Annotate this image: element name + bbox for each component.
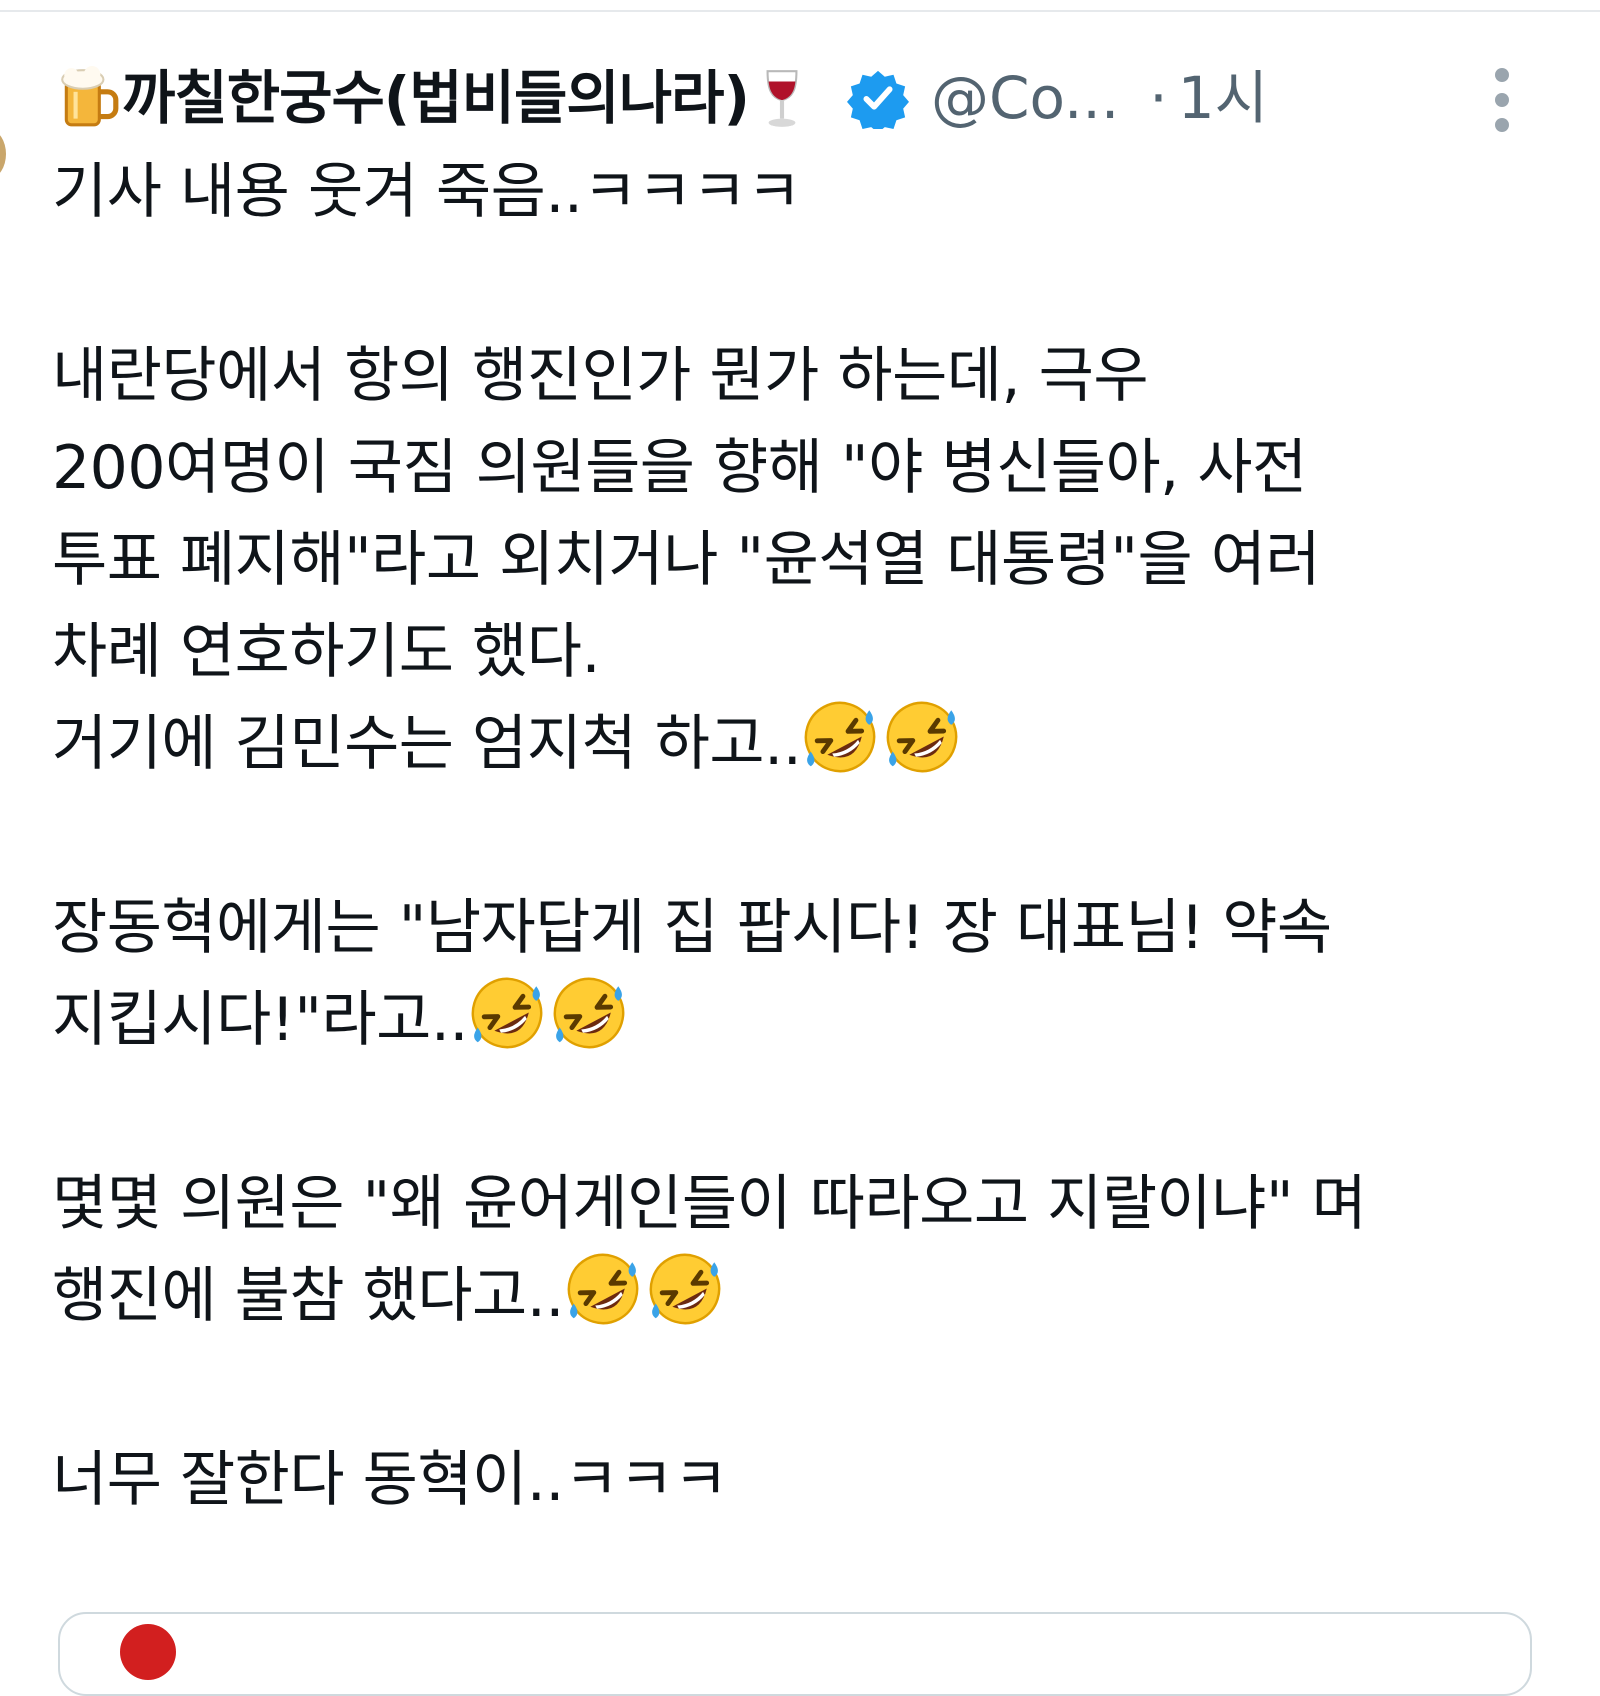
tweet-line: 장동혁에게는 "남자답게 집 팝시다! 장 대표님! 약속	[52, 893, 1332, 963]
more-dot	[1495, 68, 1509, 82]
rolling-on-floor-laughing-icon	[801, 698, 879, 776]
separator-dot: ·	[1149, 64, 1168, 132]
more-dot	[1495, 118, 1509, 132]
rolling-on-floor-laughing-icon	[646, 1250, 724, 1328]
tweet-line-text: 거기에 김민수는 엄지척 하고..	[52, 709, 802, 779]
quoted-avatar	[120, 1624, 176, 1680]
timestamp[interactable]: 1시	[1178, 69, 1268, 127]
tweet-line-text: 행진에 불참 했다고..	[52, 1261, 564, 1331]
tweet-line-text: 지킵시다!"라고..	[52, 985, 469, 1055]
avatar[interactable]	[0, 130, 6, 178]
tweet-line: 너무 잘한다 동혁이..ㅋㅋㅋ	[52, 1445, 729, 1515]
verified-badge-icon	[846, 67, 909, 129]
tweet-text: 기사 내용 웃겨 죽음..ㅋㅋㅋㅋ 내란당에서 항의 행진인가 뭔가 하는데, …	[52, 146, 1552, 1526]
tweet-line: 투표 폐지해"라고 외치거나 "윤석열 대통령"을 여러	[52, 525, 1321, 595]
display-name[interactable]: 까칠한궁수(법비들의나라)	[122, 69, 750, 127]
more-vertical-icon[interactable]	[1480, 68, 1524, 132]
tweet-line: 기사 내용 웃겨 죽음..ㅋㅋㅋㅋ	[52, 157, 802, 227]
tweet-line-with-emoji: 행진에 불참 했다고..	[52, 1250, 1552, 1342]
tweet-line: 차례 연호하기도 했다.	[52, 617, 601, 687]
rolling-on-floor-laughing-icon	[468, 974, 546, 1052]
wine-glass-icon	[749, 65, 815, 131]
more-dot	[1495, 93, 1509, 107]
tweet-line-with-emoji: 지킵시다!"라고..	[52, 974, 1552, 1066]
quoted-tweet-card[interactable]	[58, 1612, 1532, 1696]
tweet-line-with-emoji: 거기에 김민수는 엄지척 하고..	[52, 698, 1552, 790]
tweet-line: 200여명이 국짐 의원들을 향해 "야 병신들아, 사전	[52, 433, 1307, 503]
top-divider	[0, 10, 1600, 12]
beer-mug-icon	[56, 65, 122, 131]
rolling-on-floor-laughing-icon	[564, 1250, 642, 1328]
tweet-line: 몇몇 의원은 "왜 윤어게인들이 따라오고 지랄이냐" 며	[52, 1169, 1367, 1239]
rolling-on-floor-laughing-icon	[883, 698, 961, 776]
rolling-on-floor-laughing-icon	[550, 974, 628, 1052]
tweet-line: 내란당에서 항의 행진인가 뭔가 하는데, 극우	[52, 341, 1149, 411]
user-handle[interactable]: @Co...	[931, 69, 1119, 127]
tweet-header: 까칠한궁수(법비들의나라) @Co... · 1시	[56, 58, 1516, 138]
